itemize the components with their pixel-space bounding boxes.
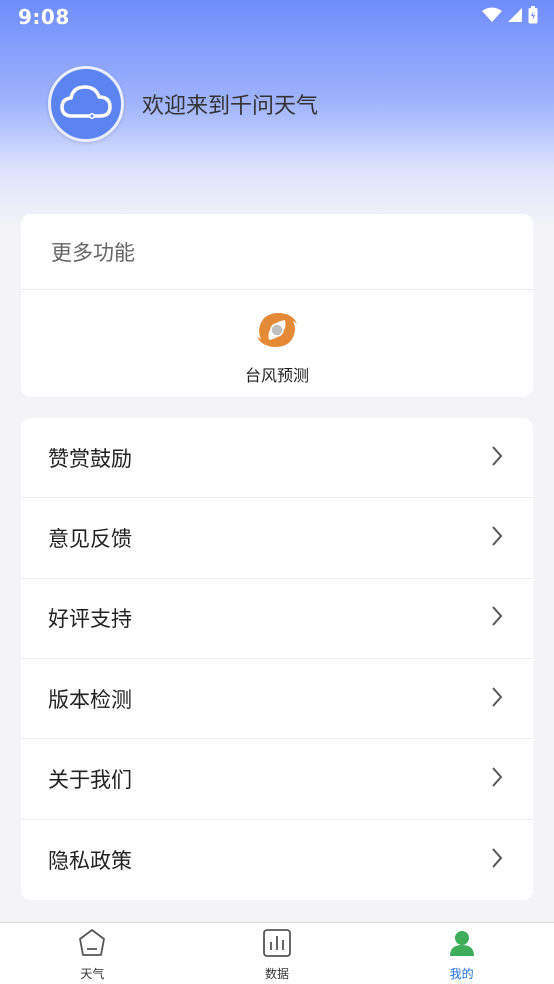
tab-data[interactable]: 数据 bbox=[185, 923, 370, 984]
battery-icon bbox=[528, 6, 538, 28]
menu-card: 赞赏鼓励 意见反馈 好评支持 版本检测 关于我们 隐私政策 bbox=[21, 418, 533, 900]
menu-item-label: 关于我们 bbox=[48, 767, 132, 792]
tab-label: 数据 bbox=[265, 966, 290, 981]
chevron-right-icon bbox=[491, 525, 503, 551]
chart-icon bbox=[262, 928, 292, 962]
menu-item-version-check[interactable]: 版本检测 bbox=[21, 659, 533, 740]
wifi-icon bbox=[482, 7, 502, 27]
feature-label: 台风预测 bbox=[244, 366, 309, 385]
menu-item-label: 意见反馈 bbox=[48, 526, 132, 551]
tab-weather[interactable]: 天气 bbox=[0, 923, 185, 984]
tab-mine[interactable]: 我的 bbox=[369, 923, 554, 984]
bottom-tab-bar: 天气 数据 我的 bbox=[0, 922, 554, 984]
chevron-right-icon bbox=[491, 605, 503, 631]
cloud-icon bbox=[58, 82, 114, 126]
weather-home-icon bbox=[77, 928, 107, 962]
menu-item-label: 版本检测 bbox=[48, 687, 132, 712]
chevron-right-icon bbox=[491, 766, 503, 792]
menu-item-privacy-policy[interactable]: 隐私政策 bbox=[21, 820, 533, 900]
feature-typhoon-forecast[interactable]: 台风预测 bbox=[21, 310, 533, 386]
profile-header: 欢迎来到千问天气 bbox=[48, 66, 318, 142]
user-icon bbox=[447, 928, 477, 962]
typhoon-icon bbox=[255, 310, 299, 354]
status-icons bbox=[482, 6, 538, 28]
signal-icon bbox=[508, 7, 522, 27]
more-functions-title: 更多功能 bbox=[21, 214, 533, 290]
more-functions-card: 更多功能 台风预测 bbox=[21, 214, 533, 397]
menu-item-label: 隐私政策 bbox=[48, 848, 132, 873]
status-time: 9:08 bbox=[18, 5, 70, 29]
chevron-right-icon bbox=[491, 686, 503, 712]
menu-item-label: 赞赏鼓励 bbox=[48, 446, 132, 471]
menu-item-reward[interactable]: 赞赏鼓励 bbox=[21, 418, 533, 499]
tab-label: 我的 bbox=[449, 966, 474, 981]
status-bar: 9:08 bbox=[0, 0, 554, 34]
menu-item-rate[interactable]: 好评支持 bbox=[21, 579, 533, 659]
menu-item-about-us[interactable]: 关于我们 bbox=[21, 739, 533, 820]
chevron-right-icon bbox=[491, 445, 503, 471]
chevron-right-icon bbox=[491, 847, 503, 873]
menu-item-feedback[interactable]: 意见反馈 bbox=[21, 498, 533, 579]
avatar[interactable] bbox=[48, 66, 124, 142]
welcome-text: 欢迎来到千问天气 bbox=[142, 94, 319, 119]
tab-label: 天气 bbox=[80, 966, 105, 981]
menu-item-label: 好评支持 bbox=[48, 607, 132, 632]
